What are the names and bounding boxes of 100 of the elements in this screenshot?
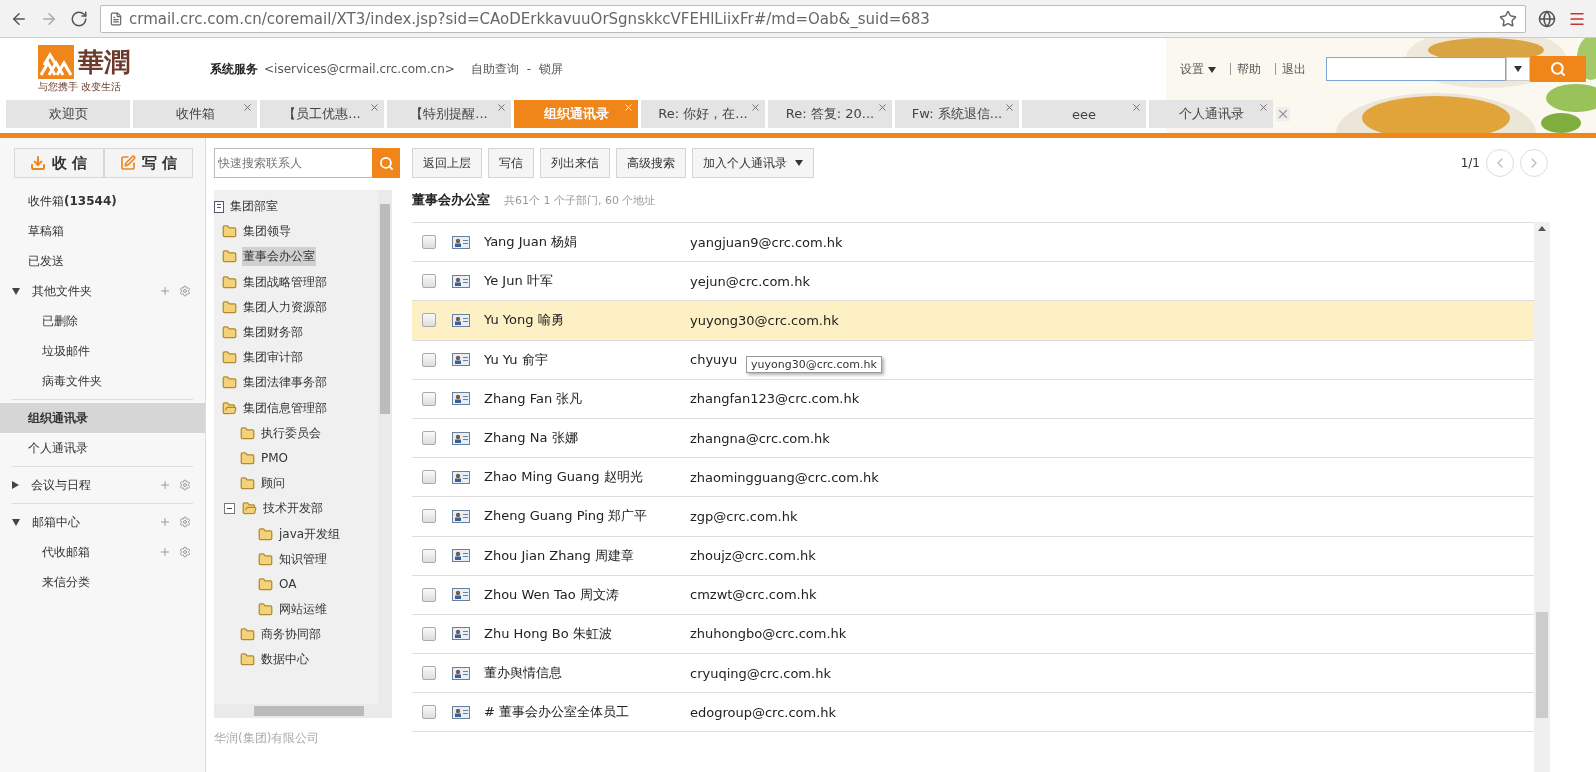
compose-button[interactable]: 写 信 bbox=[103, 148, 193, 178]
toolbar-button[interactable]: 返回上层 bbox=[412, 148, 482, 178]
sidebar-item[interactable]: 垃圾邮件 bbox=[42, 342, 90, 360]
add-icon[interactable] bbox=[159, 479, 171, 491]
tree-item[interactable]: PMO bbox=[260, 450, 290, 467]
close-icon[interactable] bbox=[1004, 102, 1015, 113]
add-icon[interactable] bbox=[159, 546, 171, 558]
search-button[interactable] bbox=[372, 148, 400, 178]
reload-icon[interactable] bbox=[70, 9, 88, 28]
next-page-button[interactable] bbox=[1520, 149, 1548, 177]
sidebar-item[interactable]: 已删除 bbox=[42, 312, 78, 330]
contact-search-field[interactable]: 快速搜索联系人 bbox=[214, 148, 372, 178]
help-link[interactable]: 帮助 bbox=[1237, 60, 1261, 78]
tab[interactable]: 个人通讯录 bbox=[1149, 100, 1273, 128]
sidebar-item[interactable]: 组织通讯录 bbox=[0, 403, 205, 433]
search-field[interactable] bbox=[1326, 57, 1506, 81]
checkbox[interactable] bbox=[422, 391, 436, 406]
address-bar[interactable]: crmail.crc.com.cn/coremail/XT3/index.jsp?sid=CAoDErkkavuuOrSgnskkcVFEHlLiixFr#/md=Oab&_suid=683 bbox=[100, 4, 1526, 33]
checkbox[interactable] bbox=[422, 313, 436, 328]
scrollbar[interactable] bbox=[1534, 222, 1550, 772]
sidebar-item[interactable]: 来信分类 bbox=[42, 573, 90, 591]
globe-icon[interactable] bbox=[1538, 9, 1556, 28]
settings-icon[interactable] bbox=[179, 546, 191, 558]
receive-button[interactable]: 收 信 bbox=[14, 148, 104, 178]
tree-item[interactable]: 网站运维 bbox=[278, 600, 328, 620]
sidebar-item[interactable]: 已发送 bbox=[0, 246, 205, 276]
logout-link[interactable]: 退出 bbox=[1282, 60, 1306, 78]
contact-row[interactable]: Yu Yong 喻勇 yuyong30@crc.com.hk bbox=[412, 301, 1534, 341]
tree-item[interactable]: 集团领导 bbox=[242, 222, 292, 242]
checkbox[interactable] bbox=[422, 274, 436, 289]
tab[interactable]: eee bbox=[1022, 100, 1146, 128]
tab[interactable]: Re: 你好，在... bbox=[641, 100, 765, 128]
expand-arrow-icon[interactable] bbox=[12, 481, 19, 489]
sidebar-group[interactable]: 会议与日程 bbox=[31, 476, 91, 494]
toolbar-button[interactable]: 高级搜索 bbox=[616, 148, 686, 178]
tree-item[interactable]: 集团人力资源部 bbox=[242, 297, 328, 317]
tree-root[interactable]: 集团部室 bbox=[229, 197, 279, 217]
sidebar-item[interactable]: 个人通讯录 bbox=[0, 433, 205, 463]
tree-item[interactable]: 集团战略管理部 bbox=[242, 272, 328, 292]
tab[interactable]: 【员工优惠... bbox=[260, 100, 384, 128]
close-icon[interactable] bbox=[750, 102, 761, 113]
search-dropdown[interactable] bbox=[1506, 57, 1530, 81]
checkbox[interactable] bbox=[422, 587, 436, 602]
collapse-arrow-icon[interactable] bbox=[12, 518, 20, 526]
tree-item[interactable]: 集团审计部 bbox=[242, 348, 304, 368]
close-icon[interactable] bbox=[877, 102, 888, 113]
header-link[interactable]: 自助查询 bbox=[470, 60, 519, 78]
settings-menu[interactable]: 设置 bbox=[1180, 60, 1216, 78]
settings-icon[interactable] bbox=[179, 516, 191, 528]
horizontal-scrollbar[interactable] bbox=[214, 704, 378, 718]
tab[interactable]: Fw: 系统退信... bbox=[895, 100, 1019, 128]
settings-icon[interactable] bbox=[179, 479, 191, 491]
checkbox[interactable] bbox=[422, 431, 436, 446]
header-link[interactable]: 锁屏 bbox=[539, 60, 564, 78]
checkbox[interactable] bbox=[422, 705, 436, 720]
header-link[interactable]: - bbox=[526, 62, 532, 76]
tree-item[interactable]: 董事会办公室 bbox=[242, 247, 316, 267]
tree-item[interactable]: 顾问 bbox=[260, 474, 286, 494]
close-icon[interactable] bbox=[369, 102, 380, 113]
tree-item[interactable]: 执行委员会 bbox=[260, 423, 322, 443]
add-icon[interactable] bbox=[159, 285, 171, 297]
tab[interactable]: 【特别提醒... bbox=[387, 100, 511, 128]
sidebar-item[interactable]: 草稿箱 bbox=[0, 216, 205, 246]
star-icon[interactable] bbox=[1499, 9, 1517, 28]
add-icon[interactable] bbox=[159, 516, 171, 528]
sidebar-item[interactable]: 病毒文件夹 bbox=[42, 372, 102, 390]
checkbox[interactable] bbox=[422, 666, 436, 681]
tree-item[interactable]: 集团财务部 bbox=[242, 323, 304, 343]
tree-item[interactable]: 商务协同部 bbox=[260, 625, 322, 645]
tree-item[interactable]: 集团信息管理部 bbox=[242, 398, 328, 418]
toolbar-button[interactable]: 加入个人通讯录 bbox=[692, 148, 814, 178]
checkbox[interactable] bbox=[422, 470, 436, 485]
tab[interactable]: 收件箱 bbox=[133, 100, 257, 128]
close-all-icon[interactable] bbox=[1276, 107, 1290, 121]
close-icon[interactable] bbox=[1258, 102, 1269, 113]
checkbox[interactable] bbox=[422, 352, 436, 367]
tab[interactable]: Re: 答复: 20... bbox=[768, 100, 892, 128]
tree-item[interactable]: 技术开发部 bbox=[262, 499, 324, 519]
sidebar-item[interactable]: 代收邮箱 bbox=[42, 543, 90, 561]
sidebar-group[interactable]: 其他文件夹 bbox=[32, 282, 92, 300]
close-icon[interactable] bbox=[242, 102, 253, 113]
close-icon[interactable] bbox=[496, 102, 507, 113]
previous-page-button[interactable] bbox=[1486, 149, 1514, 177]
toolbar-button[interactable]: 写信 bbox=[488, 148, 534, 178]
checkbox[interactable] bbox=[422, 235, 436, 250]
collapse-toggle[interactable] bbox=[224, 503, 235, 515]
sidebar-group[interactable]: 邮箱中心 bbox=[32, 513, 80, 531]
checkbox[interactable] bbox=[422, 626, 436, 641]
tree-item[interactable]: 数据中心 bbox=[260, 650, 310, 670]
scrollbar[interactable] bbox=[378, 190, 392, 718]
tree-item[interactable]: 知识管理 bbox=[278, 549, 328, 569]
settings-icon[interactable] bbox=[179, 285, 191, 297]
toolbar-button[interactable]: 列出来信 bbox=[540, 148, 610, 178]
close-icon[interactable] bbox=[623, 102, 634, 113]
tab[interactable]: 欢迎页 bbox=[6, 100, 130, 128]
checkbox[interactable] bbox=[422, 548, 436, 563]
close-icon[interactable] bbox=[1131, 102, 1142, 113]
tree-item[interactable]: java开发组 bbox=[278, 524, 342, 544]
checkbox[interactable] bbox=[422, 509, 436, 524]
sidebar-item[interactable]: 收件箱(13544) bbox=[0, 186, 205, 216]
